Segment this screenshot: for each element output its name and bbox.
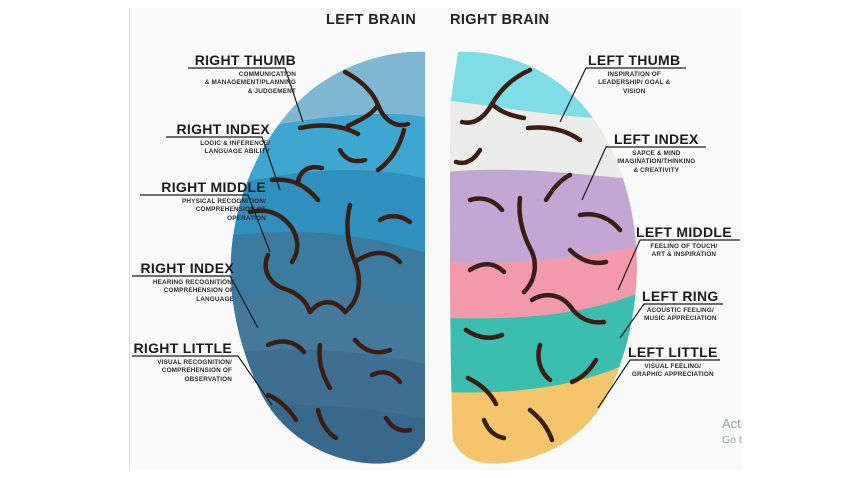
label-left-little: LEFT LITTLE VISUAL FEELING/ GRAPHIC APPR… [628, 344, 718, 380]
label-desc: FEELING OF TOUCH/ ART & INSPIRATION [636, 243, 732, 260]
label-right-middle: RIGHT MIDDLE PHYSICAL RECOGNITION/ COMPR… [161, 179, 266, 223]
label-title: RIGHT THUMB [194, 52, 296, 68]
desc-line: LANGUAGE [196, 295, 234, 303]
label-desc: INSPIRATION OF LEADERSHIP/ GOAL & VISION [588, 71, 680, 96]
right-hemisphere [449, 51, 637, 464]
label-left-ring: LEFT RING ACOUSTIC FEELING/ MUSIC APPREC… [642, 288, 719, 324]
label-desc: VISUAL RECOGNITION/ COMPREHENSION OF OBS… [134, 359, 232, 384]
label-right-index: RIGHT INDEX LOGIC & INFERENCE/ LANGUAGE … [176, 121, 270, 157]
desc-line: & MANAGEMENT/PLANNING [204, 79, 296, 87]
desc-line: GRAPHIC APPRECIATION [631, 371, 714, 379]
label-right-little: RIGHT LITTLE VISUAL RECOGNITION/ COMPREH… [134, 340, 232, 384]
label-title: LEFT MIDDLE [636, 224, 732, 240]
desc-line: VISUAL RECOGNITION/ [157, 359, 232, 366]
label-desc: ACOUSTIC FEELING/ MUSIC APPRECIATION [642, 307, 719, 324]
desc-line: HEARING RECOGNITION/ [152, 279, 234, 286]
label-title: RIGHT INDEX [176, 121, 270, 137]
desc-line: IMAGINATION/THINKING [617, 158, 696, 166]
label-left-thumb: LEFT THUMB INSPIRATION OF LEADERSHIP/ GO… [588, 52, 680, 96]
desc-line: LOGIC & INFERENCE/ [200, 140, 270, 147]
desc-line: PHYSICAL RECOGNITION/ [182, 198, 266, 205]
label-title: LEFT RING [642, 288, 719, 304]
label-title: LEFT LITTLE [628, 344, 718, 360]
label-desc: COMMUNICATION & MANAGEMENT/PLANNING & JU… [195, 71, 296, 96]
brain-diagram [132, 51, 740, 464]
desc-line: ACOUSTIC FEELING/ [646, 307, 714, 314]
activation-watermark: Act Go t [722, 416, 742, 448]
desc-line: COMPREHENSION OF [161, 367, 232, 375]
label-left-index: LEFT INDEX SAPCE & MIND IMAGINATION/THIN… [614, 131, 699, 175]
desc-line: LEADERSHIP/ GOAL & [598, 79, 671, 87]
desc-line: FEELING OF TOUCH/ [650, 243, 718, 250]
desc-line: INSPIRATION OF [607, 71, 661, 78]
label-title: RIGHT MIDDLE [161, 179, 266, 195]
label-desc: LOGIC & INFERENCE/ LANGUAGE ABILITY [176, 140, 270, 157]
label-title: LEFT INDEX [614, 131, 699, 147]
desc-line: SAPCE & MIND [632, 150, 681, 157]
desc-line: COMPREHENSION OF [195, 206, 266, 214]
desc-line: LANGUAGE ABILITY [204, 148, 270, 156]
desc-line: OPERATION [227, 214, 266, 222]
desc-line: COMPREHENSION OF [163, 287, 234, 295]
label-title: LEFT THUMB [588, 52, 681, 68]
watermark-line-2: Go t [722, 434, 742, 446]
desc-line: ART & INSPIRATION [651, 251, 717, 259]
label-left-middle: LEFT MIDDLE FEELING OF TOUCH/ ART & INSP… [636, 224, 732, 260]
right-band-middle [449, 169, 637, 263]
desc-line: & JUDGEMENT [247, 87, 296, 95]
desc-line: MUSIC APPRECIATION [643, 315, 717, 323]
watermark-line-1: Act [722, 416, 741, 431]
desc-line: OBSERVATION [184, 375, 232, 383]
desc-line: & CREATIVITY [633, 166, 680, 174]
right-brain-heading: RIGHT BRAIN [450, 12, 550, 28]
label-desc: HEARING RECOGNITION/ COMPREHENSION OF LA… [140, 279, 234, 304]
label-title: RIGHT INDEX [140, 260, 234, 276]
label-desc: SAPCE & MIND IMAGINATION/THINKING & CREA… [614, 150, 699, 175]
label-desc: VISUAL FEELING/ GRAPHIC APPRECIATION [628, 363, 718, 380]
desc-line: COMMUNICATION [238, 71, 296, 78]
left-brain-heading: LEFT BRAIN [326, 12, 417, 28]
desc-line: VISION [622, 87, 646, 95]
desc-line: VISUAL FEELING/ [644, 363, 702, 370]
label-right-thumb: RIGHT THUMB COMMUNICATION & MANAGEMENT/P… [195, 52, 296, 96]
label-desc: PHYSICAL RECOGNITION/ COMPREHENSION OF O… [161, 198, 266, 223]
label-right-index-2: RIGHT INDEX HEARING RECOGNITION/ COMPREH… [140, 260, 234, 304]
label-title: RIGHT LITTLE [133, 340, 232, 356]
